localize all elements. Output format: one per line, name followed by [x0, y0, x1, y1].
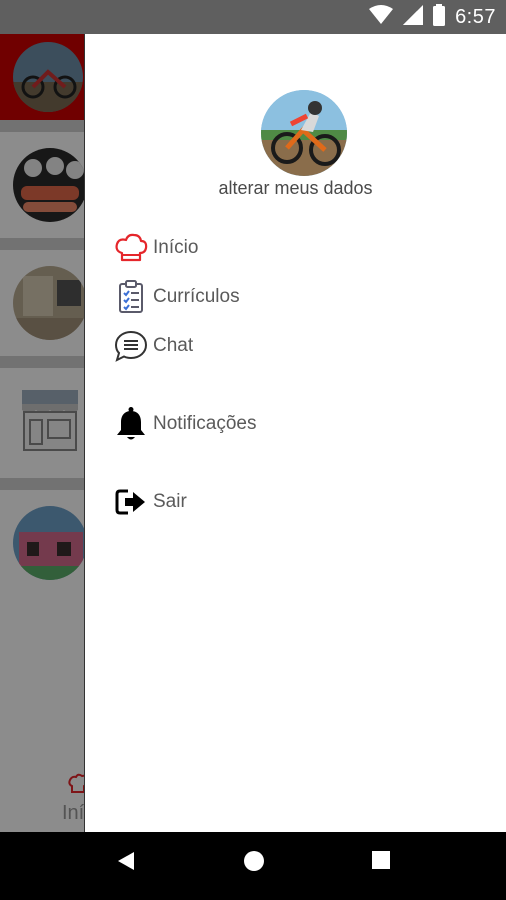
menu-item-inicio[interactable]: Início [113, 230, 198, 266]
drawer-scrim[interactable] [0, 34, 84, 832]
system-nav-bar [0, 832, 506, 900]
menu-item-notificacoes[interactable]: Notificações [113, 406, 257, 442]
menu-item-sair[interactable]: Sair [113, 484, 187, 520]
menu-item-curriculos[interactable]: Currículos [113, 279, 240, 315]
menu-item-label: Notificações [153, 413, 257, 434]
exit-icon [113, 484, 149, 520]
bell-icon [113, 406, 149, 442]
battery-icon [433, 3, 446, 31]
chef-hat-icon [113, 230, 149, 266]
menu-item-label: Chat [153, 335, 194, 356]
back-icon[interactable] [116, 850, 136, 877]
menu-item-label: Currículos [153, 286, 240, 307]
navigation-drawer: alterar meus dados Início Currículos Cha… [85, 34, 506, 832]
clipboard-checklist-icon [113, 279, 149, 315]
menu-item-chat[interactable]: Chat [113, 328, 193, 364]
status-bar: 6:57 [0, 0, 506, 34]
edit-profile-link[interactable]: alterar meus dados [85, 178, 506, 199]
chat-bubble-icon [113, 328, 149, 364]
status-icons: 6:57 [369, 3, 496, 31]
recents-icon[interactable] [371, 850, 391, 875]
wifi-icon [369, 4, 394, 30]
cell-signal-icon [403, 4, 424, 30]
menu-item-label: Sair [153, 491, 187, 512]
status-time: 6:57 [455, 5, 496, 28]
home-icon[interactable] [243, 850, 265, 877]
menu-item-label: Início [153, 237, 199, 258]
profile-avatar[interactable] [261, 90, 347, 176]
